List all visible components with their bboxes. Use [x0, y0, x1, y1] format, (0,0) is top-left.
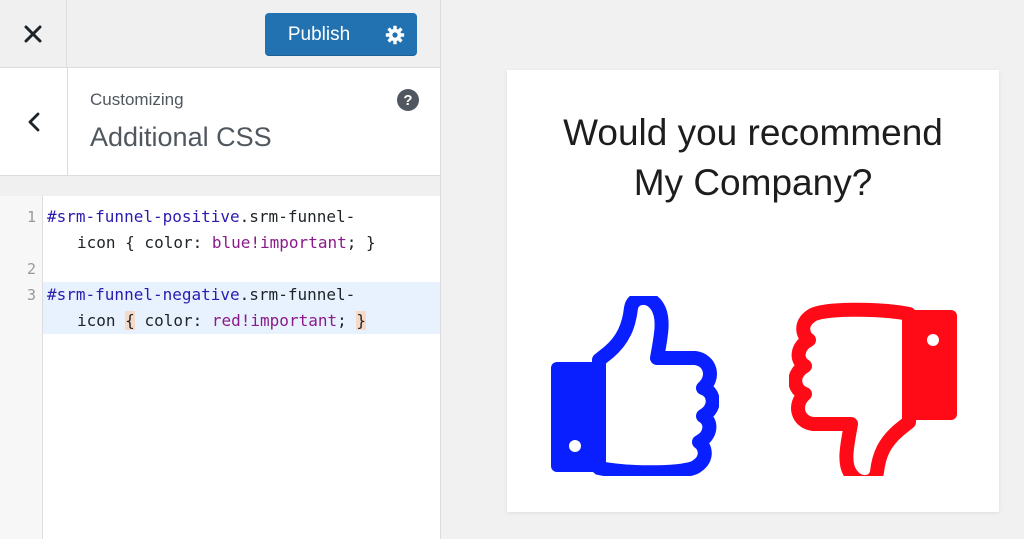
thumbs-up-icon[interactable]: [549, 296, 719, 476]
breadcrumb: Customizing: [90, 90, 184, 109]
customizer-header: Publish: [0, 0, 440, 68]
divider-strip: [0, 176, 440, 196]
css-code-editor[interactable]: 1 #srm-funnel-positive.srm-funnel- icon …: [0, 196, 440, 539]
line-number: 1: [26, 208, 36, 226]
css-value: red!important: [211, 311, 338, 330]
css-property: { color:: [115, 233, 212, 252]
code-line[interactable]: #srm-funnel-negative.srm-funnel-: [47, 282, 355, 308]
back-button[interactable]: [0, 68, 68, 175]
preview-card: Would you recommend My Company?: [507, 70, 999, 512]
code-line-wrap[interactable]: icon { color: blue!important; }: [77, 230, 376, 256]
chevron-left-icon: [28, 112, 39, 131]
css-value: blue!important: [211, 233, 347, 252]
help-icon[interactable]: ?: [397, 89, 419, 111]
css-terminator: ; }: [346, 233, 376, 252]
publish-settings-button[interactable]: [373, 13, 417, 56]
customizer-sidebar: Publish Customizing Additional CSS ? 1 #…: [0, 0, 441, 539]
css-selector-class-cont: icon: [77, 311, 126, 330]
css-selector-id: #srm-funnel-positive: [47, 207, 240, 226]
close-icon: [24, 25, 42, 42]
section-title: Additional CSS: [90, 122, 272, 152]
gear-icon: [385, 25, 405, 44]
matching-brace-open: {: [125, 311, 135, 330]
matching-brace-close: }: [356, 311, 367, 330]
publish-group: Publish: [265, 13, 417, 56]
line-number: 3: [26, 286, 36, 304]
question-line-1: Would you recommend: [563, 112, 943, 153]
css-selector-class: .srm-funnel-: [239, 285, 356, 304]
line-number: 2: [26, 260, 36, 278]
css-selector-id: #srm-funnel-negative: [47, 285, 240, 304]
css-terminator: ;: [337, 311, 357, 330]
publish-button[interactable]: Publish: [265, 13, 373, 56]
section-header: Customizing Additional CSS ?: [0, 68, 440, 176]
survey-question: Would you recommend My Company?: [507, 108, 999, 208]
close-button[interactable]: [0, 0, 67, 67]
css-selector-class-cont: icon: [77, 233, 116, 252]
help-glyph: ?: [403, 91, 413, 109]
code-line-wrap[interactable]: icon { color: red!important; }: [77, 308, 367, 334]
line-number-gutter: [0, 196, 43, 539]
code-line[interactable]: #srm-funnel-positive.srm-funnel-: [47, 204, 355, 230]
css-selector-class: .srm-funnel-: [239, 207, 356, 226]
question-line-2: My Company?: [633, 162, 873, 203]
css-property: color:: [134, 311, 212, 330]
thumbs-down-icon[interactable]: [789, 296, 959, 476]
